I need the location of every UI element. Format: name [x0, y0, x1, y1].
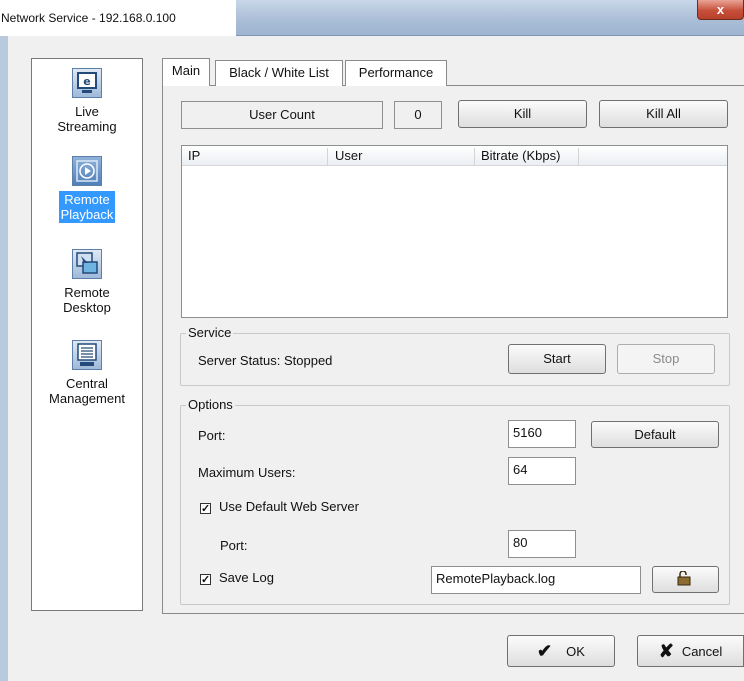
server-status-text: Server Status: Stopped	[198, 353, 333, 368]
column-header-user[interactable]: User	[335, 148, 475, 165]
nav-item-remote-desktop[interactable]: Remote Desktop	[32, 249, 142, 316]
table-header: IP User Bitrate (Kbps)	[182, 146, 727, 166]
playback-icon	[72, 156, 102, 186]
service-legend: Service	[186, 325, 234, 340]
save-log-label: Save Log	[219, 570, 274, 585]
cancel-button[interactable]: ✘ Cancel	[637, 635, 744, 667]
window-title: Network Service - 192.168.0.100	[0, 0, 236, 36]
nav-item-remote-playback[interactable]: Remote Playback	[32, 156, 142, 223]
user-count-value: 0	[394, 101, 442, 129]
nav-label: Live Streaming	[57, 104, 117, 134]
browse-log-button[interactable]	[652, 566, 719, 593]
use-default-web-server-checkbox[interactable]: ✓	[200, 503, 211, 515]
use-default-web-server-label: Use Default Web Server	[219, 499, 359, 514]
remote-desktop-icon	[72, 249, 102, 279]
user-count-label: User Count	[181, 101, 383, 129]
port-input[interactable]: 5160	[508, 420, 576, 448]
max-users-label: Maximum Users:	[198, 465, 296, 480]
default-button[interactable]: Default	[591, 421, 719, 448]
max-users-input[interactable]: 64	[508, 457, 576, 485]
nav-item-central-management[interactable]: Central Management	[32, 340, 142, 407]
column-header-ip[interactable]: IP	[188, 148, 328, 165]
users-table[interactable]: IP User Bitrate (Kbps)	[181, 145, 728, 318]
web-port-input[interactable]: 80	[508, 530, 576, 558]
checkmark-icon: ✔	[537, 641, 553, 661]
options-legend: Options	[186, 397, 235, 412]
log-file-input[interactable]: RemotePlayback.log	[431, 566, 641, 594]
nav-label: Remote Playback	[58, 191, 116, 223]
nav-label: Central Management	[49, 376, 125, 406]
kill-button[interactable]: Kill	[458, 100, 587, 128]
nav-label: Remote Desktop	[63, 285, 111, 315]
cancel-x-icon: ✘	[658, 641, 674, 661]
svg-text:e: e	[83, 75, 90, 88]
column-header-bitrate[interactable]: Bitrate (Kbps)	[481, 148, 579, 165]
web-port-label: Port:	[220, 538, 248, 553]
save-log-checkbox[interactable]: ✓	[200, 574, 211, 586]
stop-button[interactable]: Stop	[617, 344, 715, 374]
start-button[interactable]: Start	[508, 344, 606, 374]
cancel-label: Cancel	[681, 644, 723, 659]
folder-open-icon	[676, 570, 696, 590]
central-management-icon	[72, 340, 102, 370]
close-button[interactable]: x	[697, 0, 744, 20]
nav-item-live-streaming[interactable]: e Live Streaming	[32, 68, 142, 135]
tab-black-white-list[interactable]: Black / White List	[215, 60, 343, 86]
kill-all-button[interactable]: Kill All	[599, 100, 728, 128]
service-nav: e Live Streaming Remote Playback Remote Des…	[31, 58, 143, 611]
ok-label: OK	[566, 644, 585, 659]
tab-performance[interactable]: Performance	[345, 60, 447, 86]
tab-main[interactable]: Main	[162, 58, 210, 86]
ok-button[interactable]: ✔ OK	[507, 635, 615, 667]
monitor-icon: e	[72, 68, 102, 98]
port-label: Port:	[198, 428, 226, 443]
